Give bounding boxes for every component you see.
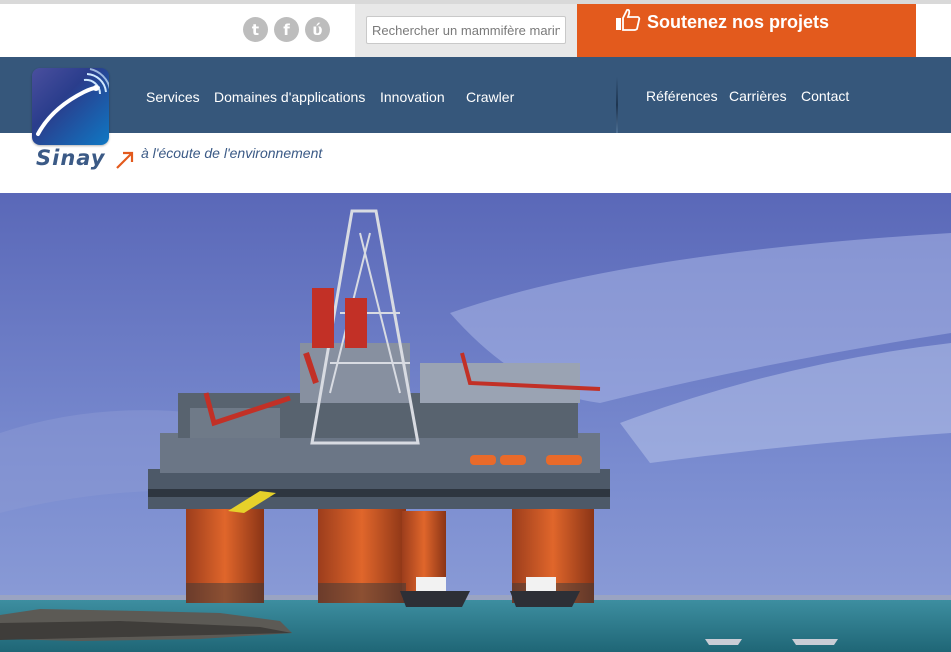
nav-domaines[interactable]: Domaines d'applications bbox=[214, 89, 365, 105]
nav-divider bbox=[616, 77, 618, 133]
nav-contact[interactable]: Contact bbox=[801, 88, 849, 104]
support-projects-label: Soutenez nos projets bbox=[647, 12, 830, 32]
hero-image bbox=[0, 193, 951, 652]
arrow-icon bbox=[116, 151, 134, 169]
top-bar: t f ύ Soutenez nos projets bbox=[0, 0, 951, 57]
thumbs-up-icon bbox=[616, 9, 641, 31]
twitter-icon[interactable]: t bbox=[243, 17, 268, 42]
facebook-icon[interactable]: f bbox=[274, 17, 299, 42]
nav-references[interactable]: Références bbox=[646, 88, 718, 104]
sonar-wave-icon bbox=[36, 68, 109, 136]
nav-crawler[interactable]: Crawler bbox=[466, 89, 514, 105]
support-projects-button[interactable]: Soutenez nos projets bbox=[577, 4, 916, 57]
search-input[interactable] bbox=[366, 16, 566, 44]
sinay-logo[interactable] bbox=[32, 68, 109, 145]
main-nav: Services Domaines d'applications Innovat… bbox=[0, 57, 951, 133]
brand-tagline: à l'écoute de l'environnement bbox=[141, 145, 323, 161]
brand-name: Sinay bbox=[36, 146, 106, 170]
nav-carrieres[interactable]: Carrières bbox=[729, 88, 787, 104]
nav-innovation[interactable]: Innovation bbox=[380, 89, 445, 105]
search-area bbox=[355, 4, 577, 57]
nav-services[interactable]: Services bbox=[146, 89, 200, 105]
viadeo-icon[interactable]: ύ bbox=[305, 17, 330, 42]
